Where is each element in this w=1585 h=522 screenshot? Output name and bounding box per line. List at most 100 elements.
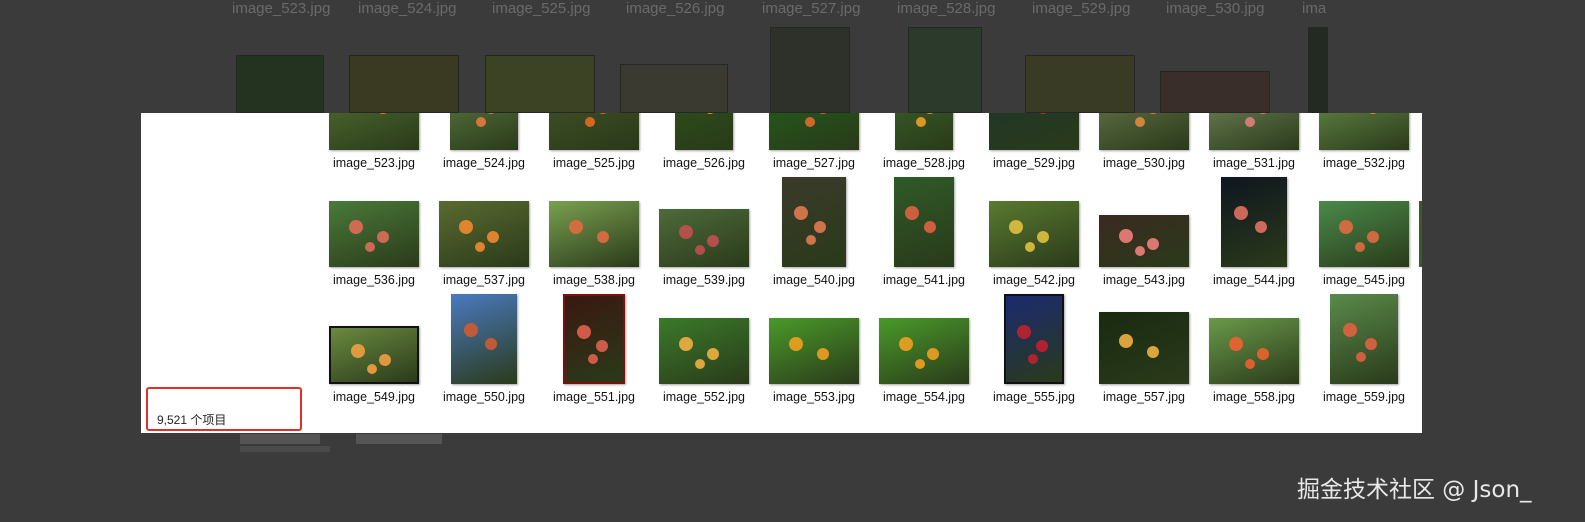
image-thumbnail[interactable] <box>769 318 859 384</box>
image-thumbnail[interactable] <box>439 201 529 267</box>
flower-shape <box>1356 352 1366 362</box>
flower-shape <box>485 338 497 350</box>
file-item[interactable]: image_524.jpg <box>429 113 539 173</box>
image-thumbnail[interactable] <box>451 294 517 384</box>
file-item[interactable]: image_552.jpg <box>649 290 759 407</box>
file-item[interactable]: image_559.jpg <box>1309 290 1419 407</box>
file-item[interactable]: image_531.jpg <box>1199 113 1309 173</box>
thumbnail-area <box>759 173 869 267</box>
image-thumbnail[interactable] <box>549 113 639 150</box>
bg-file-label: image_530.jpg <box>1166 0 1265 17</box>
file-item[interactable]: image_540.jpg <box>759 173 869 290</box>
file-item[interactable]: image_530.jpg <box>1089 113 1199 173</box>
bg-thumbnail <box>1025 55 1135 113</box>
image-thumbnail[interactable] <box>450 113 518 150</box>
image-thumbnail[interactable] <box>894 177 954 267</box>
thumbnail-area <box>1199 113 1309 150</box>
thumbnail-area <box>429 173 539 267</box>
file-item[interactable]: image_523.jpg <box>319 113 429 173</box>
image-thumbnail[interactable] <box>1221 177 1287 267</box>
file-item[interactable]: image_542.jpg <box>979 173 1089 290</box>
file-name: image_545.jpg <box>1322 273 1405 287</box>
image-thumbnail[interactable] <box>1099 312 1189 384</box>
file-name: image_559.jpg <box>1322 390 1405 404</box>
file-item[interactable]: image_536.jpg <box>319 173 429 290</box>
image-thumbnail[interactable] <box>1319 201 1409 267</box>
flower-shape <box>1257 113 1269 114</box>
thumbnail-area <box>1199 290 1309 384</box>
image-thumbnail[interactable] <box>989 113 1079 150</box>
file-name: image_539.jpg <box>662 273 745 287</box>
file-item[interactable]: image_532.jpg <box>1309 113 1419 173</box>
flower-shape <box>915 359 925 369</box>
flower-shape <box>1147 113 1159 114</box>
file-item[interactable]: image_525.jpg <box>539 113 649 173</box>
thumbnail-area <box>979 290 1089 384</box>
file-item[interactable]: image_527.jpg <box>759 113 869 173</box>
image-thumbnail[interactable] <box>563 294 625 384</box>
image-thumbnail[interactable] <box>769 113 859 150</box>
bg-file-label: image_523.jpg <box>232 0 331 17</box>
file-item[interactable]: image_544.jpg <box>1199 173 1309 290</box>
flower-shape <box>1009 220 1023 234</box>
image-thumbnail[interactable] <box>782 177 846 267</box>
file-item[interactable]: image_528.jpg <box>869 113 979 173</box>
image-thumbnail[interactable] <box>1004 294 1064 384</box>
flower-shape <box>695 359 705 369</box>
image-thumbnail[interactable] <box>1209 318 1299 384</box>
image-thumbnail[interactable] <box>989 201 1079 267</box>
file-item[interactable]: image_537.jpg <box>429 173 539 290</box>
file-item[interactable]: image_543.jpg <box>1089 173 1199 290</box>
image-thumbnail[interactable] <box>1099 215 1189 267</box>
flower-shape <box>351 344 365 358</box>
flower-shape <box>704 113 716 114</box>
file-item[interactable]: image_557.jpg <box>1089 290 1199 407</box>
bg-file-label: image_524.jpg <box>358 0 457 17</box>
file-name: image_554.jpg <box>882 390 965 404</box>
partial-thumbnail <box>1419 201 1422 267</box>
file-name: image_538.jpg <box>552 273 635 287</box>
flower-shape <box>805 117 815 127</box>
image-thumbnail[interactable] <box>1209 113 1299 150</box>
file-name: image_541.jpg <box>882 273 965 287</box>
image-thumbnail[interactable] <box>329 113 419 150</box>
file-item[interactable]: image_529.jpg <box>979 113 1089 173</box>
file-item[interactable]: image_549.jpg <box>319 290 429 407</box>
file-item[interactable]: image_545.jpg <box>1309 173 1419 290</box>
file-item[interactable]: image_526.jpg <box>649 113 759 173</box>
image-thumbnail[interactable] <box>659 209 749 267</box>
navigation-pane[interactable] <box>141 113 299 433</box>
image-thumbnail[interactable] <box>329 326 419 384</box>
file-item[interactable]: image_550.jpg <box>429 290 539 407</box>
thumbnail-area <box>1309 113 1419 150</box>
image-thumbnail[interactable] <box>1319 113 1409 150</box>
file-item[interactable]: image_558.jpg <box>1199 290 1309 407</box>
image-thumbnail[interactable] <box>1099 113 1189 150</box>
file-name: image_553.jpg <box>772 390 855 404</box>
image-thumbnail[interactable] <box>329 201 419 267</box>
bg-thumbnail <box>1160 71 1270 113</box>
thumbnail-area <box>429 290 539 384</box>
flower-shape <box>927 348 939 360</box>
file-grid[interactable]: image_523.jpg image_524.jpg image_525.jpg i… <box>299 113 1422 433</box>
flower-shape <box>1119 229 1133 243</box>
flower-shape <box>377 113 389 114</box>
file-item[interactable]: image_554.jpg <box>869 290 979 407</box>
image-thumbnail[interactable] <box>659 318 749 384</box>
image-thumbnail[interactable] <box>1330 294 1398 384</box>
image-thumbnail[interactable] <box>879 318 969 384</box>
file-name: image_524.jpg <box>442 156 525 170</box>
file-item[interactable]: image_551.jpg <box>539 290 649 407</box>
file-item[interactable]: image_539.jpg <box>649 173 759 290</box>
file-item[interactable]: image_541.jpg <box>869 173 979 290</box>
file-item[interactable]: image_538.jpg <box>539 173 649 290</box>
image-thumbnail[interactable] <box>675 113 733 150</box>
image-thumbnail[interactable] <box>895 113 953 150</box>
image-thumbnail[interactable] <box>549 201 639 267</box>
file-name: image_557.jpg <box>1102 390 1185 404</box>
file-item[interactable]: image_555.jpg <box>979 290 1089 407</box>
flower-shape <box>379 354 391 366</box>
file-item[interactable]: image_553.jpg <box>759 290 869 407</box>
flower-shape <box>814 221 826 233</box>
flower-shape <box>1245 359 1255 369</box>
